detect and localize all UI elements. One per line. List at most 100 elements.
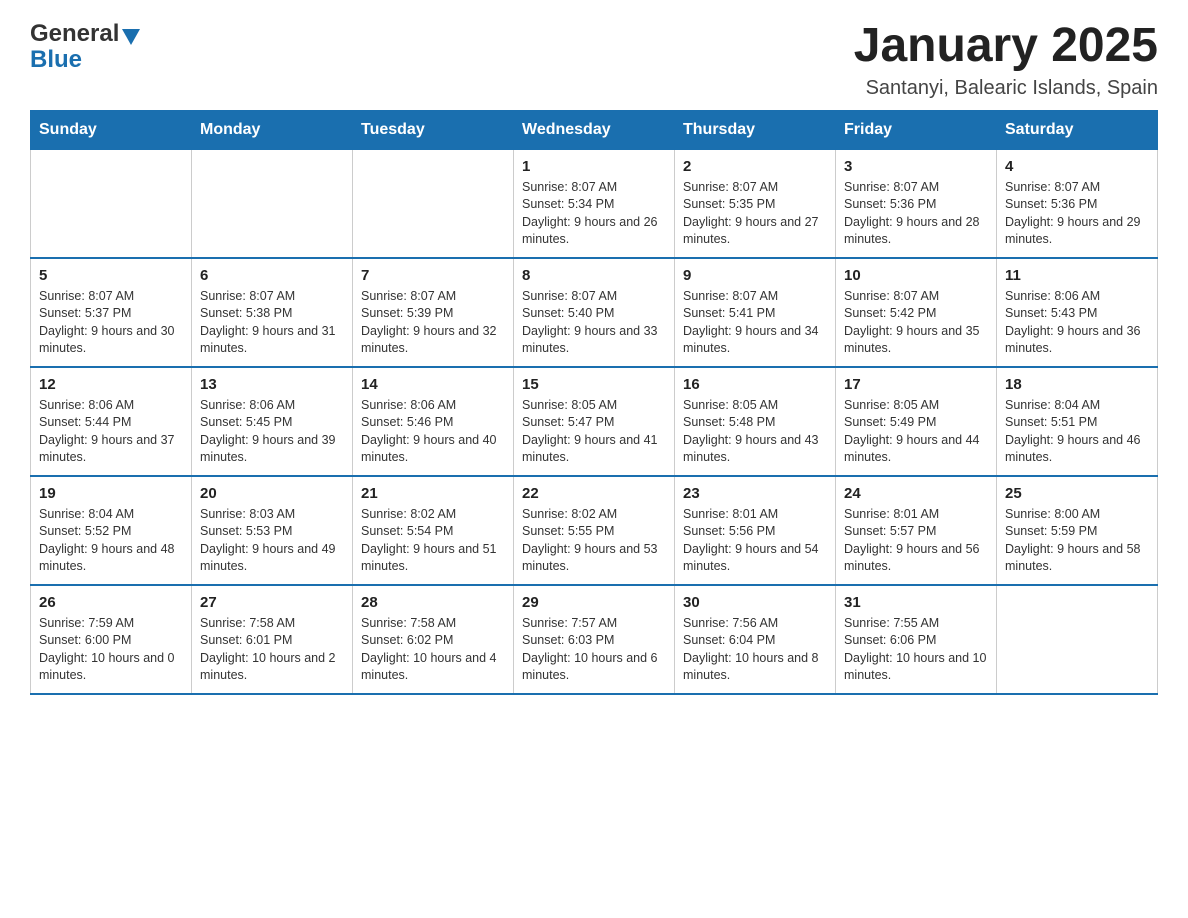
- day-info: Sunrise: 8:07 AM Sunset: 5:36 PM Dayligh…: [1005, 179, 1149, 249]
- calendar-cell: 13Sunrise: 8:06 AM Sunset: 5:45 PM Dayli…: [192, 367, 353, 476]
- day-info: Sunrise: 7:56 AM Sunset: 6:04 PM Dayligh…: [683, 615, 827, 685]
- calendar-cell: [353, 149, 514, 258]
- day-number: 7: [361, 267, 505, 284]
- day-number: 11: [1005, 267, 1149, 284]
- day-info: Sunrise: 8:07 AM Sunset: 5:41 PM Dayligh…: [683, 288, 827, 358]
- day-info: Sunrise: 8:07 AM Sunset: 5:39 PM Dayligh…: [361, 288, 505, 358]
- day-number: 8: [522, 267, 666, 284]
- calendar-cell: 19 Sunrise: 8:04 AM Sunset: 5:52 PM Dayli…: [31, 476, 192, 585]
- header-saturday: Saturday: [997, 110, 1158, 149]
- day-number: 1: [522, 158, 666, 175]
- calendar-cell: 23 Sunrise: 8:01 AM Sunset: 5:56 PM Dayli…: [675, 476, 836, 585]
- day-info: Sunrise: 7:58 AM Sunset: 6:02 PM Dayligh…: [361, 615, 505, 685]
- day-number: 9: [683, 267, 827, 284]
- header-sunday: Sunday: [31, 110, 192, 149]
- calendar-cell: 18Sunrise: 8:04 AM Sunset: 5:51 PM Dayli…: [997, 367, 1158, 476]
- day-number: 26: [39, 594, 183, 611]
- week-row-3: 12Sunrise: 8:06 AM Sunset: 5:44 PM Dayli…: [31, 367, 1158, 476]
- calendar-table: SundayMondayTuesdayWednesdayThursdayFrid…: [30, 110, 1158, 695]
- logo: General Blue: [30, 20, 140, 74]
- calendar-cell: [997, 585, 1158, 694]
- logo-general-text: General: [30, 20, 119, 48]
- day-info: Sunrise: 8:06 AM Sunset: 5:45 PM Dayligh…: [200, 397, 344, 467]
- day-info: Sunrise: 7:59 AM Sunset: 6:00 PM Dayligh…: [39, 615, 183, 685]
- day-number: 14: [361, 376, 505, 393]
- calendar-cell: 8 Sunrise: 8:07 AM Sunset: 5:40 PM Daylig…: [514, 258, 675, 367]
- calendar-cell: 22Sunrise: 8:02 AM Sunset: 5:55 PM Dayli…: [514, 476, 675, 585]
- calendar-cell: 30 Sunrise: 7:56 AM Sunset: 6:04 PM Dayli…: [675, 585, 836, 694]
- calendar-cell: 1Sunrise: 8:07 AM Sunset: 5:34 PM Daylig…: [514, 149, 675, 258]
- calendar-cell: 16 Sunrise: 8:05 AM Sunset: 5:48 PM Dayli…: [675, 367, 836, 476]
- header-row: SundayMondayTuesdayWednesdayThursdayFrid…: [31, 110, 1158, 149]
- calendar-cell: 25 Sunrise: 8:00 AM Sunset: 5:59 PM Dayli…: [997, 476, 1158, 585]
- day-number: 18: [1005, 376, 1149, 393]
- day-info: Sunrise: 8:01 AM Sunset: 5:56 PM Dayligh…: [683, 506, 827, 576]
- week-row-2: 5Sunrise: 8:07 AM Sunset: 5:37 PM Daylig…: [31, 258, 1158, 367]
- day-number: 3: [844, 158, 988, 175]
- logo-arrow-icon: [122, 29, 140, 45]
- day-info: Sunrise: 8:05 AM Sunset: 5:48 PM Dayligh…: [683, 397, 827, 467]
- calendar-cell: 20Sunrise: 8:03 AM Sunset: 5:53 PM Dayli…: [192, 476, 353, 585]
- day-info: Sunrise: 8:01 AM Sunset: 5:57 PM Dayligh…: [844, 506, 988, 576]
- day-info: Sunrise: 8:00 AM Sunset: 5:59 PM Dayligh…: [1005, 506, 1149, 576]
- day-info: Sunrise: 8:02 AM Sunset: 5:55 PM Dayligh…: [522, 506, 666, 576]
- calendar-cell: 28 Sunrise: 7:58 AM Sunset: 6:02 PM Dayli…: [353, 585, 514, 694]
- calendar-cell: [31, 149, 192, 258]
- calendar-cell: 2Sunrise: 8:07 AM Sunset: 5:35 PM Daylig…: [675, 149, 836, 258]
- day-info: Sunrise: 8:07 AM Sunset: 5:40 PM Dayligh…: [522, 288, 666, 358]
- page-subtitle: Santanyi, Balearic Islands, Spain: [854, 77, 1158, 100]
- header-monday: Monday: [192, 110, 353, 149]
- day-number: 28: [361, 594, 505, 611]
- calendar-cell: 11 Sunrise: 8:06 AM Sunset: 5:43 PM Dayli…: [997, 258, 1158, 367]
- day-number: 24: [844, 485, 988, 502]
- day-number: 23: [683, 485, 827, 502]
- calendar-cell: 4 Sunrise: 8:07 AM Sunset: 5:36 PM Daylig…: [997, 149, 1158, 258]
- day-number: 4: [1005, 158, 1149, 175]
- day-info: Sunrise: 7:57 AM Sunset: 6:03 PM Dayligh…: [522, 615, 666, 685]
- week-row-4: 19 Sunrise: 8:04 AM Sunset: 5:52 PM Dayli…: [31, 476, 1158, 585]
- calendar-cell: [192, 149, 353, 258]
- day-info: Sunrise: 8:06 AM Sunset: 5:43 PM Dayligh…: [1005, 288, 1149, 358]
- calendar-body: 1Sunrise: 8:07 AM Sunset: 5:34 PM Daylig…: [31, 149, 1158, 694]
- header-friday: Friday: [836, 110, 997, 149]
- logo-blue-text: Blue: [30, 46, 82, 74]
- day-number: 31: [844, 594, 988, 611]
- day-number: 17: [844, 376, 988, 393]
- calendar-cell: 29Sunrise: 7:57 AM Sunset: 6:03 PM Dayli…: [514, 585, 675, 694]
- day-number: 20: [200, 485, 344, 502]
- day-number: 30: [683, 594, 827, 611]
- calendar-cell: 9 Sunrise: 8:07 AM Sunset: 5:41 PM Daylig…: [675, 258, 836, 367]
- day-info: Sunrise: 8:07 AM Sunset: 5:42 PM Dayligh…: [844, 288, 988, 358]
- day-info: Sunrise: 8:06 AM Sunset: 5:44 PM Dayligh…: [39, 397, 183, 467]
- calendar-cell: 15 Sunrise: 8:05 AM Sunset: 5:47 PM Dayli…: [514, 367, 675, 476]
- day-info: Sunrise: 8:07 AM Sunset: 5:37 PM Dayligh…: [39, 288, 183, 358]
- calendar-cell: 27Sunrise: 7:58 AM Sunset: 6:01 PM Dayli…: [192, 585, 353, 694]
- calendar-cell: 12Sunrise: 8:06 AM Sunset: 5:44 PM Dayli…: [31, 367, 192, 476]
- day-info: Sunrise: 8:07 AM Sunset: 5:38 PM Dayligh…: [200, 288, 344, 358]
- day-number: 25: [1005, 485, 1149, 502]
- day-number: 2: [683, 158, 827, 175]
- day-info: Sunrise: 8:04 AM Sunset: 5:52 PM Dayligh…: [39, 506, 183, 576]
- calendar-cell: 3 Sunrise: 8:07 AM Sunset: 5:36 PM Daylig…: [836, 149, 997, 258]
- day-number: 19: [39, 485, 183, 502]
- day-info: Sunrise: 8:06 AM Sunset: 5:46 PM Dayligh…: [361, 397, 505, 467]
- calendar-header: SundayMondayTuesdayWednesdayThursdayFrid…: [31, 110, 1158, 149]
- calendar-cell: 6Sunrise: 8:07 AM Sunset: 5:38 PM Daylig…: [192, 258, 353, 367]
- page-header: General Blue January 2025 Santanyi, Bale…: [30, 20, 1158, 100]
- day-number: 10: [844, 267, 988, 284]
- day-number: 16: [683, 376, 827, 393]
- day-number: 15: [522, 376, 666, 393]
- day-info: Sunrise: 8:02 AM Sunset: 5:54 PM Dayligh…: [361, 506, 505, 576]
- calendar-cell: 26 Sunrise: 7:59 AM Sunset: 6:00 PM Dayli…: [31, 585, 192, 694]
- page-title: January 2025: [854, 20, 1158, 73]
- calendar-cell: 10 Sunrise: 8:07 AM Sunset: 5:42 PM Dayli…: [836, 258, 997, 367]
- day-info: Sunrise: 8:05 AM Sunset: 5:47 PM Dayligh…: [522, 397, 666, 467]
- title-block: January 2025 Santanyi, Balearic Islands,…: [854, 20, 1158, 100]
- day-info: Sunrise: 8:05 AM Sunset: 5:49 PM Dayligh…: [844, 397, 988, 467]
- calendar-cell: 7 Sunrise: 8:07 AM Sunset: 5:39 PM Daylig…: [353, 258, 514, 367]
- header-thursday: Thursday: [675, 110, 836, 149]
- calendar-cell: 14 Sunrise: 8:06 AM Sunset: 5:46 PM Dayli…: [353, 367, 514, 476]
- week-row-1: 1Sunrise: 8:07 AM Sunset: 5:34 PM Daylig…: [31, 149, 1158, 258]
- day-info: Sunrise: 8:07 AM Sunset: 5:36 PM Dayligh…: [844, 179, 988, 249]
- calendar-cell: 5Sunrise: 8:07 AM Sunset: 5:37 PM Daylig…: [31, 258, 192, 367]
